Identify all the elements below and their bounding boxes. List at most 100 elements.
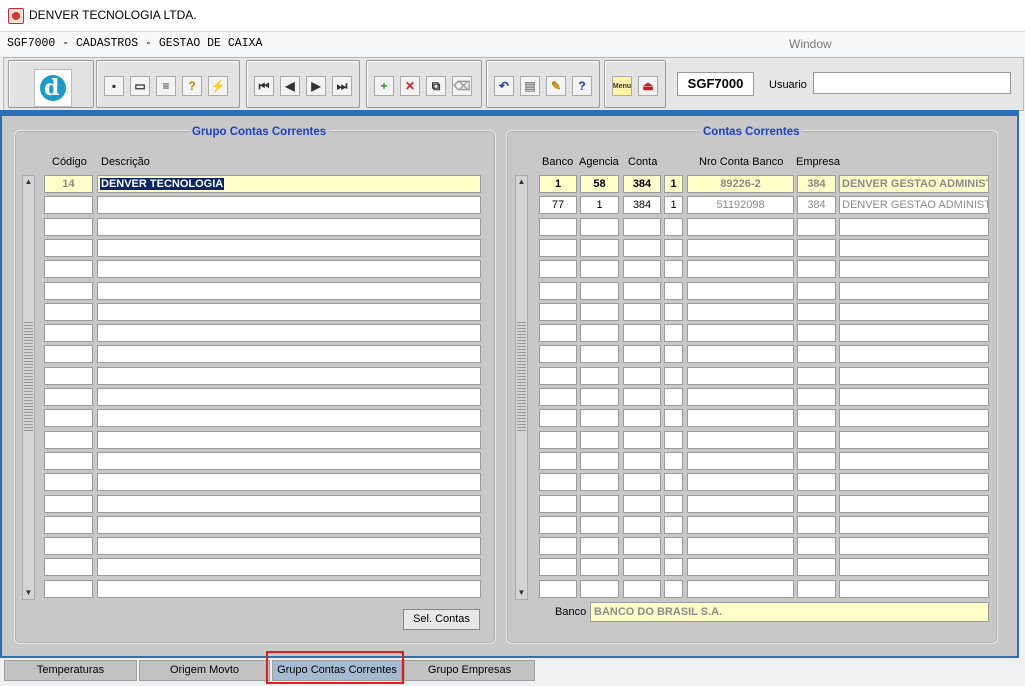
codigo-cell[interactable] — [44, 409, 93, 427]
agencia-cell[interactable] — [580, 516, 619, 534]
codigo-cell[interactable] — [44, 218, 93, 236]
print-icon[interactable]: ≡ — [156, 76, 176, 96]
descricao-cell[interactable] — [97, 580, 481, 598]
flag-cell[interactable] — [664, 303, 683, 321]
conta-cell[interactable] — [623, 558, 661, 576]
first-record-icon[interactable]: ⏮ — [254, 76, 274, 96]
descricao-cell[interactable] — [97, 303, 481, 321]
empresa-cell[interactable] — [797, 580, 836, 598]
codigo-cell[interactable] — [44, 516, 93, 534]
descricao-cell[interactable] — [97, 537, 481, 555]
window-icon[interactable]: ▭ — [130, 76, 150, 96]
banco-cell[interactable] — [539, 558, 577, 576]
conta-cell[interactable] — [623, 495, 661, 513]
codigo-cell[interactable] — [44, 260, 93, 278]
nro-conta-cell[interactable]: 89226-2 — [687, 175, 794, 193]
banco-cell[interactable] — [539, 239, 577, 257]
tools-icon[interactable]: ✎ — [546, 76, 566, 96]
empresa-nome-cell[interactable] — [839, 367, 989, 385]
insert-record-icon[interactable]: + — [374, 76, 394, 96]
codigo-cell[interactable] — [44, 452, 93, 470]
flag-cell[interactable] — [664, 239, 683, 257]
conta-cell[interactable] — [623, 431, 661, 449]
banco-cell[interactable] — [539, 260, 577, 278]
banco-cell[interactable] — [539, 580, 577, 598]
codigo-cell[interactable] — [44, 367, 93, 385]
save-icon[interactable]: ▪ — [104, 76, 124, 96]
nro-conta-cell[interactable] — [687, 260, 794, 278]
flag-cell[interactable] — [664, 367, 683, 385]
descricao-cell[interactable] — [97, 196, 481, 214]
banco-cell[interactable] — [539, 303, 577, 321]
empresa-cell[interactable] — [797, 282, 836, 300]
empresa-cell[interactable]: 384 — [797, 196, 836, 214]
flag-cell[interactable] — [664, 409, 683, 427]
empresa-cell[interactable] — [797, 303, 836, 321]
empresa-cell[interactable] — [797, 558, 836, 576]
empresa-nome-cell[interactable] — [839, 431, 989, 449]
empresa-nome-cell[interactable] — [839, 282, 989, 300]
empresa-nome-cell[interactable] — [839, 409, 989, 427]
codigo-cell[interactable] — [44, 324, 93, 342]
nro-conta-cell[interactable] — [687, 303, 794, 321]
flag-cell[interactable] — [664, 452, 683, 470]
empresa-nome-cell[interactable] — [839, 324, 989, 342]
empresa-nome-cell[interactable] — [839, 516, 989, 534]
empresa-cell[interactable] — [797, 409, 836, 427]
nro-conta-cell[interactable] — [687, 324, 794, 342]
agencia-cell[interactable] — [580, 388, 619, 406]
nro-conta-cell[interactable] — [687, 473, 794, 491]
agencia-cell[interactable] — [580, 537, 619, 555]
codigo-cell[interactable] — [44, 196, 93, 214]
descricao-cell[interactable] — [97, 367, 481, 385]
codigo-cell[interactable] — [44, 495, 93, 513]
descricao-cell[interactable] — [97, 452, 481, 470]
conta-cell[interactable] — [623, 388, 661, 406]
conta-cell[interactable] — [623, 537, 661, 555]
empresa-cell[interactable] — [797, 260, 836, 278]
tab-origem-movto[interactable]: Origem Movto — [139, 660, 270, 681]
nro-conta-cell[interactable] — [687, 431, 794, 449]
codigo-cell[interactable] — [44, 345, 93, 363]
agencia-cell[interactable]: 1 — [580, 196, 619, 214]
empresa-cell[interactable] — [797, 452, 836, 470]
empresa-cell[interactable] — [797, 388, 836, 406]
window-menu[interactable]: Window — [789, 37, 832, 51]
help-icon[interactable]: ? — [572, 76, 592, 96]
descricao-cell[interactable] — [97, 495, 481, 513]
codigo-cell[interactable]: 14 — [44, 175, 93, 193]
agencia-cell[interactable] — [580, 495, 619, 513]
empresa-cell[interactable] — [797, 345, 836, 363]
execute-query-icon[interactable]: ⚡ — [208, 76, 228, 96]
agencia-cell[interactable] — [580, 452, 619, 470]
flag-cell[interactable] — [664, 580, 683, 598]
agencia-cell[interactable] — [580, 473, 619, 491]
descricao-cell[interactable] — [97, 388, 481, 406]
empresa-nome-cell[interactable] — [839, 473, 989, 491]
descricao-cell[interactable] — [97, 239, 481, 257]
scroll-grip[interactable] — [517, 321, 526, 431]
scroll-up-icon[interactable]: ▲ — [516, 176, 527, 188]
scroll-grip[interactable] — [24, 321, 33, 431]
agencia-cell[interactable] — [580, 260, 619, 278]
empresa-nome-cell[interactable] — [839, 537, 989, 555]
empresa-cell[interactable] — [797, 239, 836, 257]
codigo-cell[interactable] — [44, 303, 93, 321]
nro-conta-cell[interactable] — [687, 218, 794, 236]
banco-cell[interactable] — [539, 324, 577, 342]
flag-cell[interactable] — [664, 218, 683, 236]
flag-cell[interactable]: 1 — [664, 196, 683, 214]
form-title-menu[interactable]: SGF7000 - CADASTROS - GESTAO DE CAIXA — [7, 37, 262, 50]
undo-icon[interactable]: ↶ — [494, 76, 514, 96]
menu-icon[interactable]: Menu — [612, 76, 632, 96]
descricao-cell[interactable] — [97, 260, 481, 278]
scroll-down-icon[interactable]: ▼ — [23, 587, 34, 599]
conta-cell[interactable] — [623, 345, 661, 363]
flag-cell[interactable] — [664, 431, 683, 449]
empresa-nome-cell[interactable] — [839, 495, 989, 513]
codigo-cell[interactable] — [44, 580, 93, 598]
nro-conta-cell[interactable]: 51192098 — [687, 196, 794, 214]
descricao-cell[interactable] — [97, 473, 481, 491]
nro-conta-cell[interactable] — [687, 282, 794, 300]
agencia-cell[interactable] — [580, 324, 619, 342]
